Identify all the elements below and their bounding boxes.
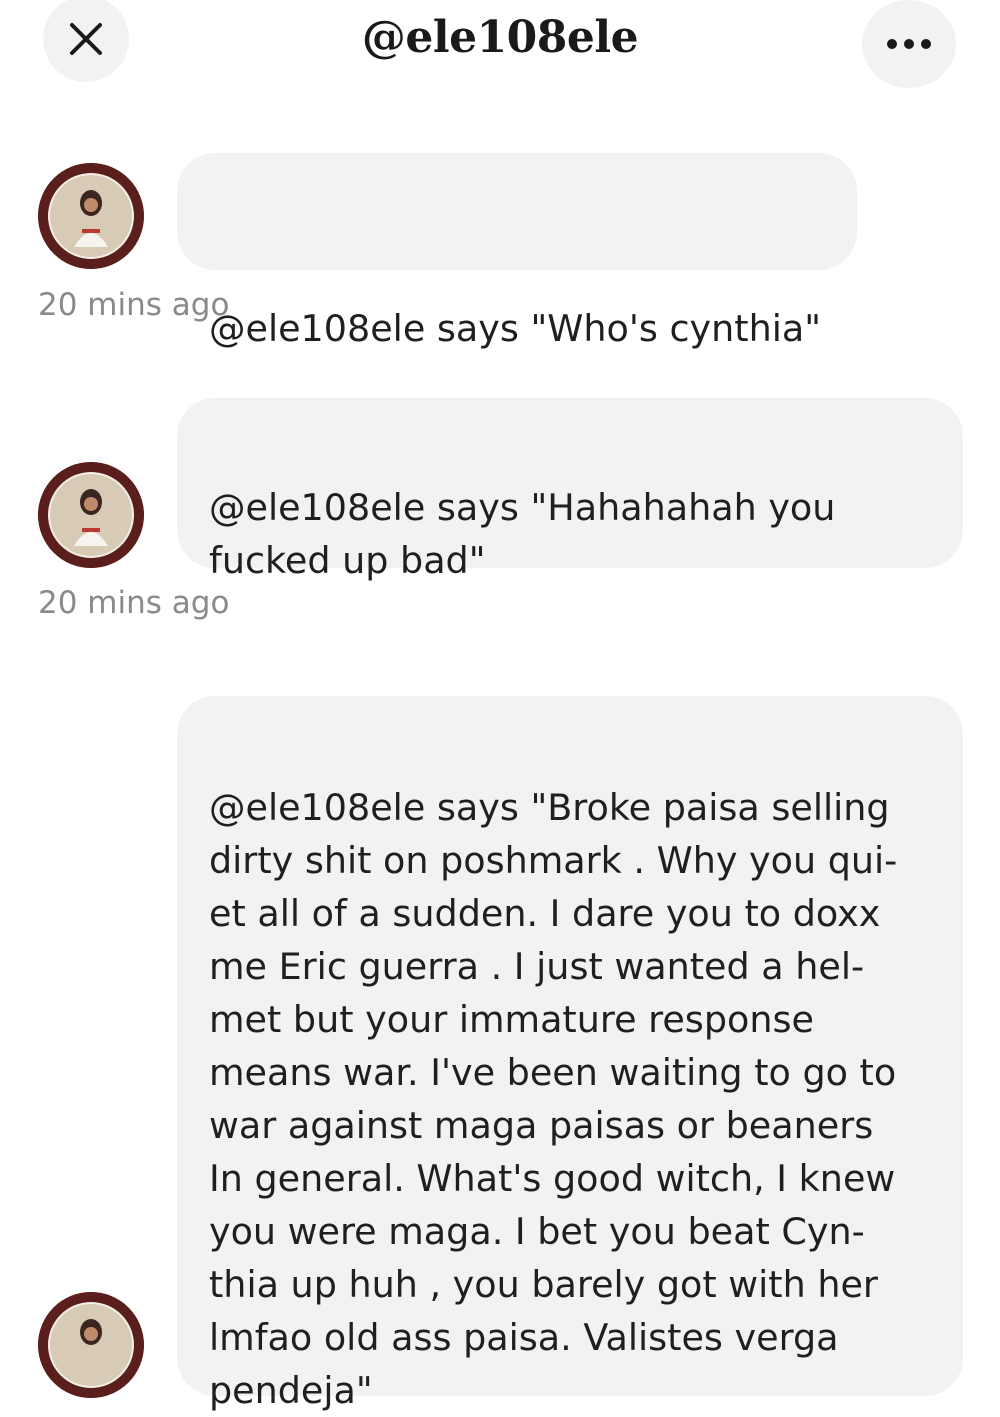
message-timestamp: 20 mins ago bbox=[38, 287, 230, 323]
avatar[interactable] bbox=[38, 1292, 144, 1398]
avatar[interactable] bbox=[38, 163, 144, 269]
message-text: @ele108ele says "Hahahahah you fucked up… bbox=[209, 486, 836, 582]
message-text: @ele108ele says "Who's cynthia" bbox=[209, 307, 822, 350]
message-timestamp: 20 mins ago bbox=[38, 585, 230, 621]
top-bar: @ele108ele bbox=[0, 0, 1000, 90]
more-horizontal-icon bbox=[887, 39, 931, 49]
message-bubble: @ele108ele says "Hahahahah you fucked up… bbox=[177, 398, 963, 582]
user-avatar-icon bbox=[38, 462, 144, 568]
message-text: @ele108ele says "Broke paisa selling dir… bbox=[209, 786, 898, 1412]
user-avatar-icon bbox=[38, 163, 144, 269]
user-avatar-icon bbox=[38, 1292, 144, 1398]
message-bubble: @ele108ele says "Who's cynthia" bbox=[177, 153, 857, 350]
avatar[interactable] bbox=[38, 462, 144, 568]
message-bubble: @ele108ele says "Broke paisa selling dir… bbox=[177, 696, 963, 1412]
page-title: @ele108ele bbox=[361, 12, 639, 63]
more-options-button[interactable] bbox=[862, 0, 956, 88]
